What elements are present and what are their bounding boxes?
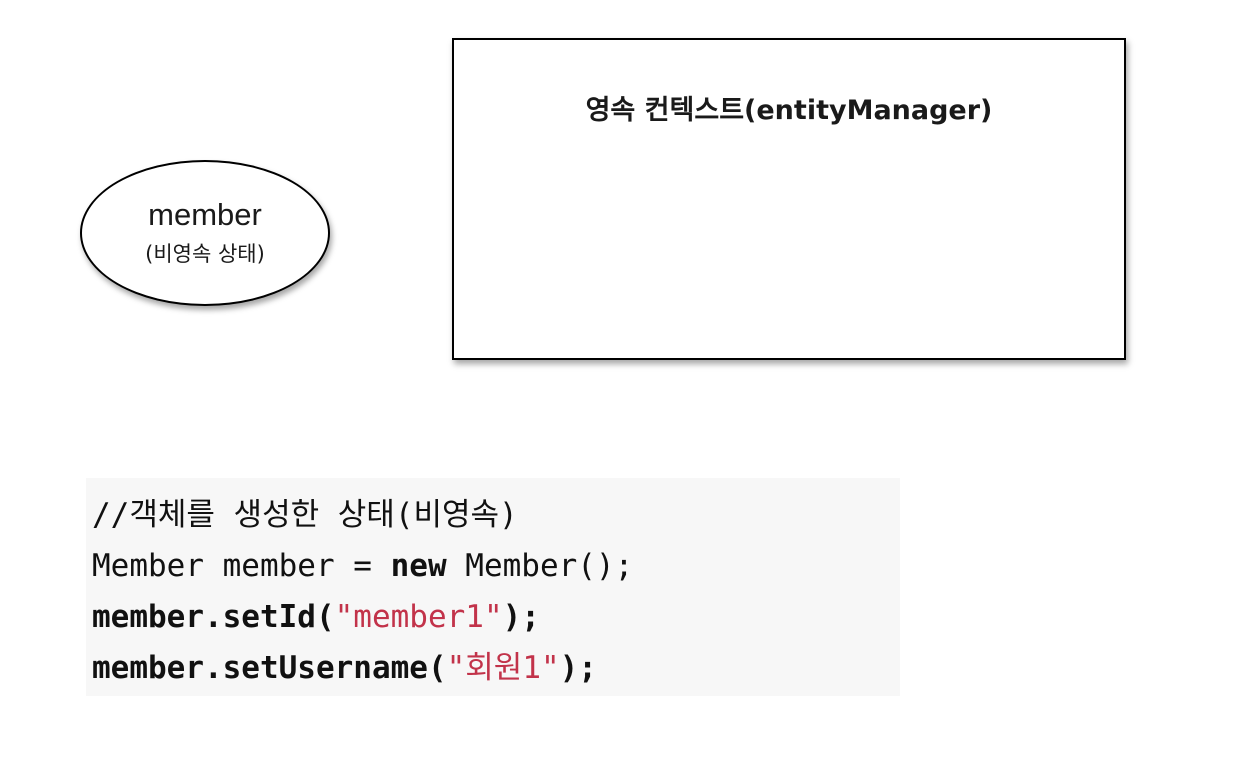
- code-set-username-close: );: [559, 650, 597, 686]
- code-line-set-id: member.setId("member1");: [92, 592, 900, 643]
- code-set-username-call: member.setUsername(: [92, 650, 447, 686]
- code-line-new-member: Member member = new Member();: [92, 541, 900, 592]
- code-set-id-close: );: [502, 599, 540, 635]
- code-comment-line: //객체를 생성한 상태(비영속): [92, 490, 900, 541]
- code-comment: //객체를 생성한 상태(비영속): [92, 497, 518, 533]
- code-line-set-username: member.setUsername("회원1");: [92, 643, 900, 694]
- code-block: //객체를 생성한 상태(비영속) Member member = new Me…: [86, 478, 900, 696]
- code-set-id-call: member.setId(: [92, 599, 335, 635]
- entity-state-label: (비영속 상태): [145, 242, 265, 267]
- code-string-member1: "member1": [334, 599, 503, 635]
- code-keyword-new: new: [390, 548, 447, 584]
- persistence-context-box: 영속 컨텍스트(entityManager): [452, 38, 1126, 360]
- entity-name-label: member: [148, 196, 262, 232]
- code-declaration: Member member =: [92, 548, 391, 584]
- code-string-username: "회원1": [446, 650, 560, 686]
- persistence-context-title: 영속 컨텍스트(entityManager): [585, 95, 993, 126]
- code-constructor: Member();: [446, 548, 634, 584]
- member-entity-node: member (비영속 상태): [80, 160, 330, 306]
